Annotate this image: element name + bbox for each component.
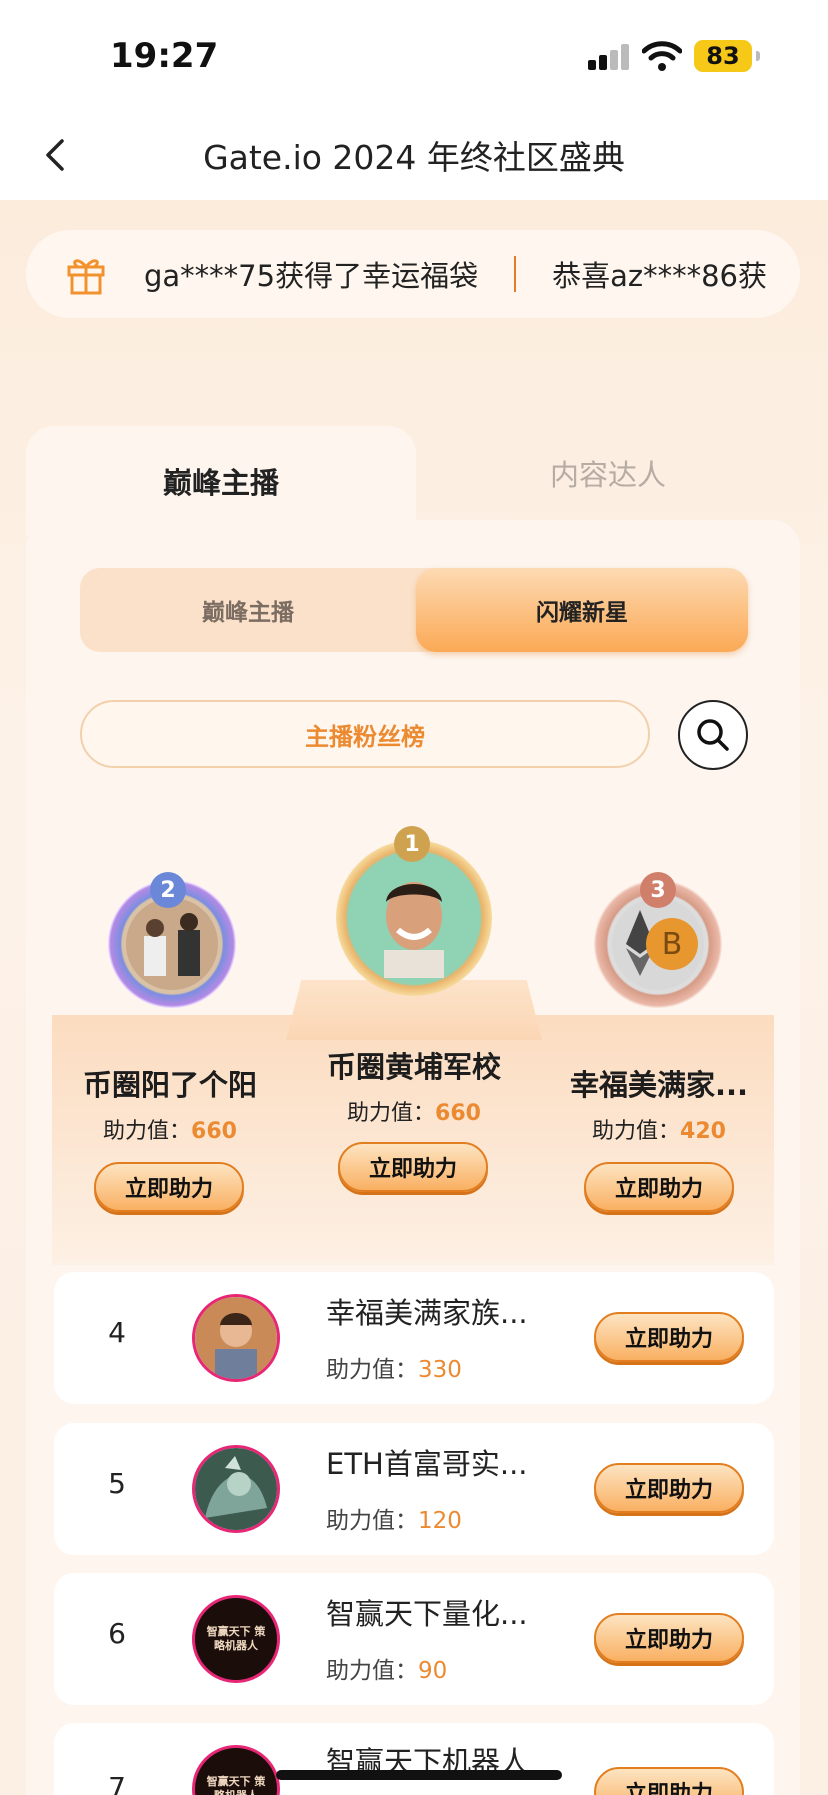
avatar-photo — [195, 1297, 277, 1379]
score-value: 330 — [418, 1357, 462, 1383]
nav-bar: Gate.io 2024 年终社区盛典 — [0, 110, 828, 200]
segment-peak-streamer[interactable]: 巅峰主播 — [80, 568, 416, 652]
rank-badge: 3 — [640, 872, 676, 908]
row-score: 助力值：330 — [326, 1350, 462, 1384]
battery-indicator: 83 — [694, 40, 760, 72]
row-name: 智赢天下量化... — [326, 1597, 528, 1631]
score-value: 90 — [418, 1658, 448, 1684]
status-time: 19:27 — [110, 36, 219, 76]
score-value: 660 — [191, 1119, 237, 1144]
score-label: 助力值： — [326, 1658, 418, 1684]
home-indicator[interactable] — [276, 1770, 562, 1780]
avatar-logo-text: 智赢天下 策略机器人 — [206, 1625, 266, 1652]
row-name: 幸福美满家族... — [326, 1296, 528, 1330]
ticker-divider — [514, 256, 517, 292]
avatar-logo-text: 智赢天下 策略机器人 — [206, 1775, 266, 1795]
back-button[interactable] — [30, 130, 80, 180]
boost-button-rank-3[interactable]: 立即助力 — [584, 1162, 734, 1212]
score-value: 120 — [418, 1508, 462, 1534]
row-avatar: 智赢天下 策略机器人 — [192, 1595, 280, 1683]
boost-button-rank-1[interactable]: 立即助力 — [338, 1142, 488, 1192]
boost-button-rank-2[interactable]: 立即助力 — [94, 1162, 244, 1212]
row-rank: 4 — [108, 1316, 126, 1349]
list-item[interactable]: 4 幸福美满家族... 助力值：330 立即助力 — [54, 1272, 774, 1404]
avatar-photo — [195, 1448, 277, 1530]
category-segment: 巅峰主播 闪耀新星 — [80, 568, 748, 652]
row-avatar — [192, 1445, 280, 1533]
podium-name-rank-3: 幸福美满家... — [569, 1068, 749, 1102]
podium-name-rank-2: 币圈阳了个阳 — [82, 1068, 257, 1102]
search-button[interactable] — [678, 700, 748, 770]
fans-ranking-button[interactable]: 主播粉丝榜 — [80, 700, 650, 768]
podium-score-rank-2: 助力值：660 — [60, 1113, 280, 1145]
row-avatar: 智赢天下 策略机器人 — [192, 1745, 280, 1795]
score-value: 420 — [680, 1119, 726, 1144]
rank-badge: 2 — [150, 872, 186, 908]
score-label: 助力值： — [326, 1357, 418, 1383]
ticker-item: ga****75获得了幸运福袋 — [144, 259, 479, 293]
boost-button[interactable]: 立即助力 — [594, 1613, 744, 1663]
page-title: Gate.io 2024 年终社区盛典 — [203, 138, 625, 177]
podium-score-rank-1: 助力值：660 — [300, 1095, 528, 1127]
wifi-icon — [642, 41, 682, 71]
boost-button[interactable]: 立即助力 — [594, 1767, 744, 1795]
chevron-left-icon — [46, 139, 64, 171]
row-name: ETH首富哥实... — [326, 1447, 528, 1481]
ticker-text: ga****75获得了幸运福袋 恭喜az****86获 — [144, 230, 792, 318]
list-item[interactable]: 6 智赢天下 策略机器人 智赢天下量化... 助力值：90 立即助力 — [54, 1573, 774, 1705]
row-score: 助力值：120 — [326, 1501, 462, 1535]
svg-text:B: B — [662, 927, 683, 962]
tab-content-creator[interactable]: 内容达人 — [416, 426, 800, 520]
row-score: 助力值：90 — [326, 1651, 447, 1685]
podium-score-rank-3: 助力值：420 — [548, 1113, 770, 1145]
cellular-signal-icon — [588, 44, 630, 70]
score-label: 助力值： — [103, 1119, 192, 1144]
avatar-photo — [126, 898, 218, 990]
status-bar: 19:27 83 — [0, 0, 828, 110]
search-icon — [697, 719, 729, 751]
score-label: 助力值： — [347, 1101, 436, 1126]
score-label: 助力值： — [326, 1508, 418, 1534]
winner-ticker: ga****75获得了幸运福袋 恭喜az****86获 — [26, 230, 800, 318]
podium-name-rank-1: 币圈黄埔军校 — [326, 1050, 501, 1084]
row-rank: 7 — [108, 1771, 126, 1795]
podium-avatar-rank-1[interactable] — [336, 840, 492, 996]
row-avatar — [192, 1294, 280, 1382]
list-item[interactable]: 7 智赢天下 策略机器人 智赢天下机器人 立即助力 — [54, 1723, 774, 1795]
segment-rising-star[interactable]: 闪耀新星 — [416, 568, 748, 652]
rank-badge: 1 — [394, 826, 430, 862]
score-value: 660 — [435, 1101, 481, 1126]
row-rank: 6 — [108, 1617, 126, 1650]
row-rank: 5 — [108, 1467, 126, 1500]
ticker-item: 恭喜az****86获 — [552, 259, 767, 293]
gift-icon — [67, 259, 105, 295]
tab-peak-streamer[interactable]: 巅峰主播 — [26, 426, 416, 536]
boost-button[interactable]: 立即助力 — [594, 1463, 744, 1513]
boost-button[interactable]: 立即助力 — [594, 1312, 744, 1362]
avatar-photo — [356, 860, 472, 978]
list-item[interactable]: 5 ETH首富哥实... 助力值：120 立即助力 — [54, 1423, 774, 1555]
avatar-photo: B — [612, 898, 704, 990]
score-label: 助力值： — [592, 1119, 681, 1144]
